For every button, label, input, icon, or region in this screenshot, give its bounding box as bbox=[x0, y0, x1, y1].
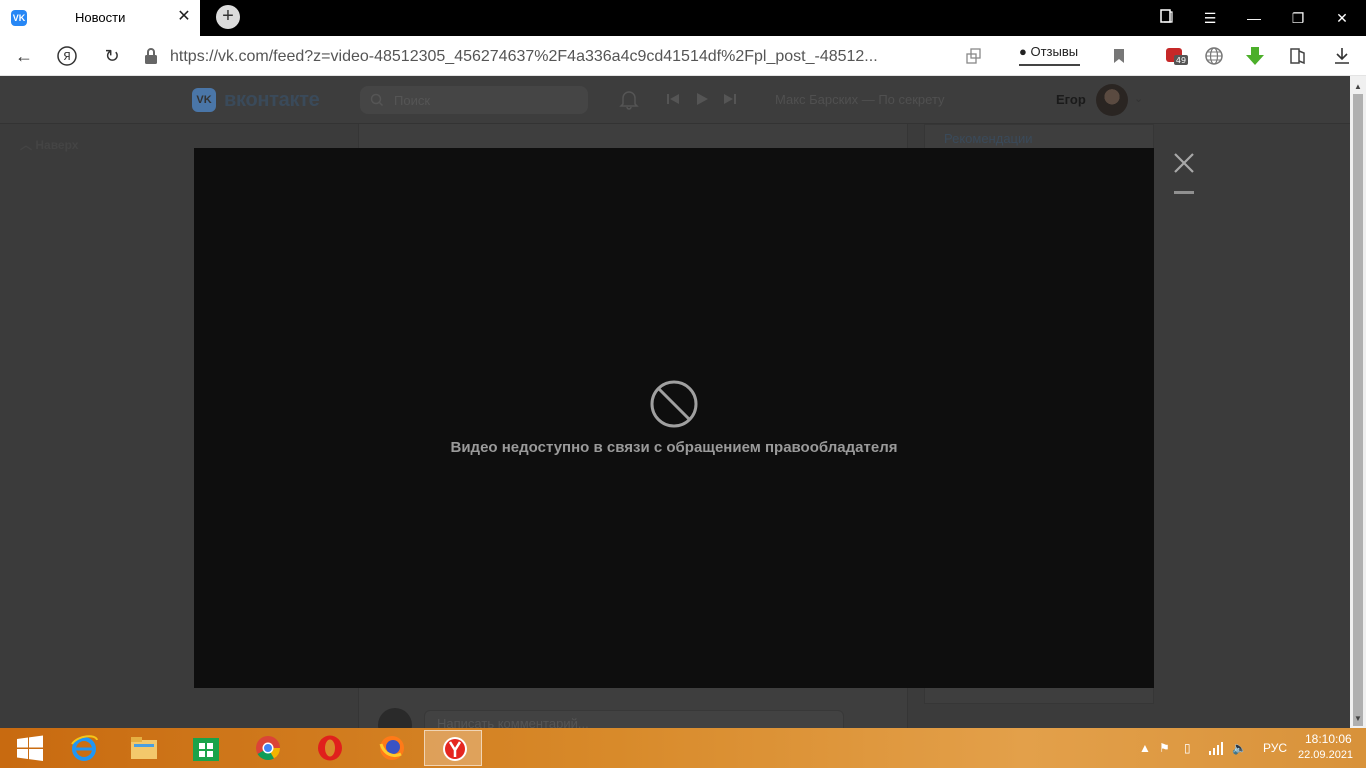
scroll-thumb[interactable] bbox=[1353, 94, 1363, 726]
download-arrow-icon[interactable] bbox=[1244, 46, 1264, 66]
lock-icon[interactable] bbox=[143, 47, 159, 65]
avatar[interactable] bbox=[1096, 84, 1128, 116]
show-hidden-icons-icon[interactable]: ▲ bbox=[1139, 741, 1151, 755]
notifications-bell-icon[interactable] bbox=[618, 88, 640, 110]
clock-time[interactable]: 18:10:06 bbox=[1305, 732, 1352, 746]
current-track[interactable]: Макс Барских — По секрету bbox=[775, 92, 945, 107]
bookmark-icon[interactable] bbox=[1109, 46, 1129, 66]
previous-track-icon[interactable] bbox=[666, 92, 680, 106]
file-explorer-taskbar-icon[interactable] bbox=[114, 730, 172, 766]
store-taskbar-icon[interactable] bbox=[176, 730, 234, 766]
firefox-taskbar-icon[interactable] bbox=[362, 730, 420, 766]
power-icon[interactable]: ▯ bbox=[1184, 741, 1191, 755]
page-scrollbar[interactable]: ▲ ▼ bbox=[1350, 76, 1366, 728]
chrome-taskbar-icon[interactable] bbox=[238, 730, 296, 766]
search-placeholder: Поиск bbox=[394, 93, 431, 108]
tab-news[interactable]: VK Новости ✕ bbox=[0, 0, 200, 36]
windows-logo-icon bbox=[17, 735, 43, 761]
comment-placeholder: Написать комментарий... bbox=[437, 716, 589, 728]
chevron-up-icon: ︿ bbox=[20, 138, 33, 152]
tabs-list-icon[interactable] bbox=[1156, 8, 1176, 28]
svg-text:49: 49 bbox=[1176, 56, 1186, 65]
downloads-icon[interactable] bbox=[1332, 46, 1352, 66]
volume-icon[interactable]: 🔈 bbox=[1232, 741, 1247, 755]
tab-title: Новости bbox=[75, 10, 126, 25]
vk-brand[interactable]: вконтакте bbox=[224, 89, 320, 112]
action-center-flag-icon[interactable]: ⚑ bbox=[1159, 741, 1170, 755]
reload-button[interactable]: ↻ bbox=[101, 45, 123, 67]
recommendations-link[interactable]: Рекомендации bbox=[944, 131, 1033, 146]
back-to-top-link[interactable]: ︿ Наверх bbox=[20, 136, 78, 153]
back-to-top-label: Наверх bbox=[35, 138, 79, 152]
back-button[interactable]: ← bbox=[13, 45, 35, 67]
start-button[interactable] bbox=[0, 730, 58, 766]
yandex-button[interactable]: Я bbox=[56, 45, 78, 67]
windows-taskbar: ▲ ⚑ ▯ 🔈 РУС 18:10:06 22.09.2021 bbox=[0, 728, 1366, 768]
close-window-icon[interactable]: ✕ bbox=[1332, 8, 1352, 28]
search-icon bbox=[370, 93, 384, 107]
close-video-icon[interactable] bbox=[1172, 151, 1196, 175]
network-signal-icon[interactable] bbox=[1208, 741, 1224, 758]
video-player[interactable]: Видео недоступно в связи с обращением пр… bbox=[194, 148, 1154, 688]
vk-logo-icon[interactable]: VK bbox=[192, 88, 216, 112]
blocked-icon bbox=[650, 380, 698, 428]
reviews-button[interactable]: ● Отзывы bbox=[1019, 44, 1081, 66]
opera-taskbar-icon[interactable] bbox=[300, 730, 358, 766]
globe-icon[interactable] bbox=[1204, 46, 1224, 66]
language-indicator[interactable]: РУС bbox=[1263, 741, 1287, 755]
extension-badge-icon[interactable]: 49 bbox=[1165, 46, 1188, 66]
address-bar: ← Я ↻ https://vk.com/feed?z=video-485123… bbox=[0, 36, 1366, 76]
user-name[interactable]: Егор bbox=[1056, 92, 1086, 107]
minimize-video-icon[interactable] bbox=[1174, 191, 1194, 194]
comment-input[interactable]: Написать комментарий... bbox=[424, 710, 844, 728]
url-input[interactable]: https://vk.com/feed?z=video-48512305_456… bbox=[170, 48, 878, 66]
browser-tab-bar: VK Новости ✕ + ☰ — ❐ ✕ bbox=[0, 0, 1366, 36]
next-track-icon[interactable] bbox=[723, 92, 737, 106]
yandex-browser-taskbar-icon[interactable] bbox=[424, 730, 482, 766]
speech-bubble-icon: ● bbox=[1019, 44, 1027, 59]
vk-favicon-icon: VK bbox=[11, 10, 27, 26]
collections-icon[interactable] bbox=[1288, 46, 1308, 66]
scroll-down-icon[interactable]: ▼ bbox=[1354, 714, 1362, 723]
menu-icon[interactable]: ☰ bbox=[1200, 8, 1220, 28]
svg-text:Я: Я bbox=[63, 50, 71, 63]
internet-explorer-taskbar-icon[interactable] bbox=[54, 730, 112, 766]
play-icon[interactable] bbox=[695, 92, 709, 106]
new-tab-button[interactable]: + bbox=[216, 5, 240, 29]
copy-link-icon[interactable] bbox=[964, 46, 984, 66]
tab-close-icon[interactable]: ✕ bbox=[176, 9, 192, 25]
minimize-window-icon[interactable]: — bbox=[1244, 8, 1264, 28]
vk-header: VK вконтакте Поиск Макс Барских — По сек… bbox=[0, 76, 1350, 124]
video-unavailable-message: Видео недоступно в связи с обращением пр… bbox=[450, 439, 898, 456]
search-field[interactable]: Поиск bbox=[360, 86, 588, 114]
clock-date[interactable]: 22.09.2021 bbox=[1298, 749, 1353, 761]
chevron-down-icon[interactable]: ⌄ bbox=[1134, 92, 1143, 105]
restore-window-icon[interactable]: ❐ bbox=[1288, 8, 1308, 28]
reviews-label: Отзывы bbox=[1030, 44, 1079, 59]
scroll-up-icon[interactable]: ▲ bbox=[1354, 82, 1362, 91]
